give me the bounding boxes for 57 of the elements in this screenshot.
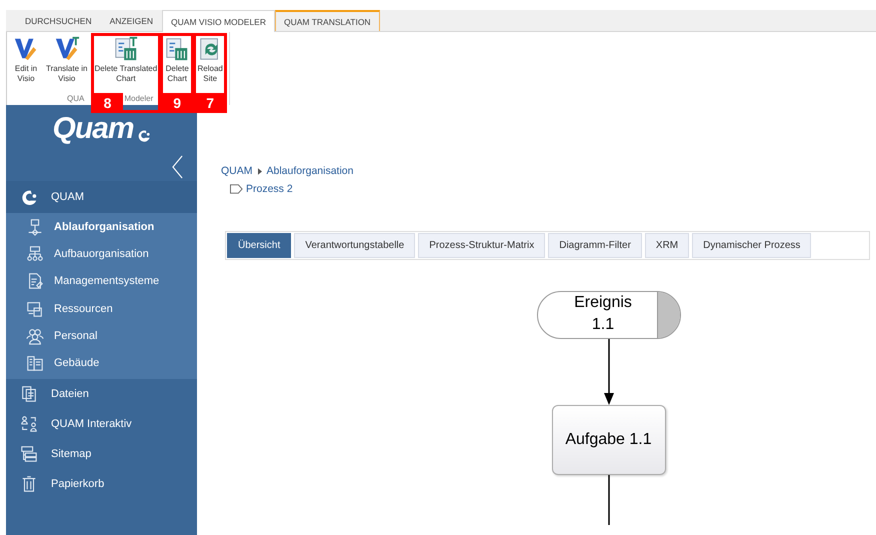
quam-logo-icon	[20, 188, 38, 206]
nav-subitem[interactable]: Gebäude	[6, 349, 197, 377]
tab[interactable]: Diagramm-Filter	[548, 233, 642, 258]
callout-number: 7	[194, 93, 226, 113]
nav-item[interactable]: Dateien	[6, 378, 197, 409]
group-label: QUA	[67, 94, 84, 103]
ribbon-tab[interactable]: QUAM TRANSLATION	[274, 10, 380, 31]
nav-subitem[interactable]: Ressourcen	[6, 294, 197, 322]
page-link[interactable]: Prozess 2	[246, 183, 293, 195]
resources-icon	[26, 300, 44, 318]
event-shape: Ereignis 1.1	[536, 291, 680, 339]
org-chart-icon	[26, 244, 44, 263]
document-icon	[26, 272, 44, 290]
logo-icon	[136, 128, 151, 142]
flow-icon	[26, 218, 44, 236]
logo: Quam	[52, 112, 134, 146]
trash-icon	[20, 474, 38, 493]
tab[interactable]: Verantwortungstabelle	[294, 233, 416, 258]
nav-subitem[interactable]: Ablauforganisation	[6, 213, 197, 240]
people-icon	[26, 326, 44, 345]
sitemap-icon	[20, 444, 38, 463]
ribbon-tab[interactable]: QUAM VISIO MODELER	[162, 10, 275, 32]
nav-subitem[interactable]: Personal	[6, 322, 197, 350]
ribbon-button[interactable]: Translate in Visio	[44, 34, 90, 84]
chart-trash-icon	[112, 36, 139, 62]
nav-item[interactable]: QUAM	[6, 181, 197, 213]
task-shape: Aufgabe 1.1	[552, 405, 666, 475]
collapse-icon[interactable]	[172, 154, 183, 180]
callout-number: 9	[161, 93, 194, 113]
nav-subitem[interactable]: Managementsysteme	[6, 268, 197, 295]
files-icon	[20, 384, 38, 403]
callout-number: 8	[92, 93, 122, 113]
group-label: Modeler	[124, 94, 154, 103]
ribbon-tab[interactable]: ANZEIGEN	[100, 10, 162, 31]
connector-line	[606, 475, 610, 525]
breadcrumb-arrow-icon	[258, 168, 262, 174]
ribbon-button[interactable]: Delete Translated Chart	[92, 34, 160, 84]
nav-item[interactable]: Sitemap	[6, 438, 197, 469]
tag-icon	[230, 184, 243, 194]
nav-item[interactable]: Papierkorb	[6, 468, 197, 499]
ribbon-button[interactable]: Delete Chart	[162, 34, 192, 84]
arrow	[602, 339, 614, 405]
ribbon-button[interactable]: Edit in Visio	[11, 34, 41, 84]
tab[interactable]: XRM	[644, 233, 690, 258]
exchange-icon	[20, 414, 38, 433]
breadcrumb-link[interactable]: Ablauforganisation	[266, 165, 354, 177]
building-icon	[26, 354, 44, 372]
visio-pencil-icon	[13, 36, 39, 62]
ribbon-button[interactable]: Reload Site	[195, 34, 226, 84]
visio-pencil-icon	[54, 36, 80, 62]
tab[interactable]: Prozess-Struktur-Matrix	[418, 233, 546, 258]
tab[interactable]: Übersicht	[227, 233, 292, 258]
breadcrumb-link[interactable]: QUAM	[221, 165, 252, 177]
nav-subitem[interactable]: Aufbauorganisation	[6, 240, 197, 268]
nav-item[interactable]: QUAM Interaktiv	[6, 408, 197, 439]
tab[interactable]: Dynamischer Prozess	[692, 233, 812, 258]
ribbon-tab[interactable]: DURCHSUCHEN	[16, 10, 101, 31]
